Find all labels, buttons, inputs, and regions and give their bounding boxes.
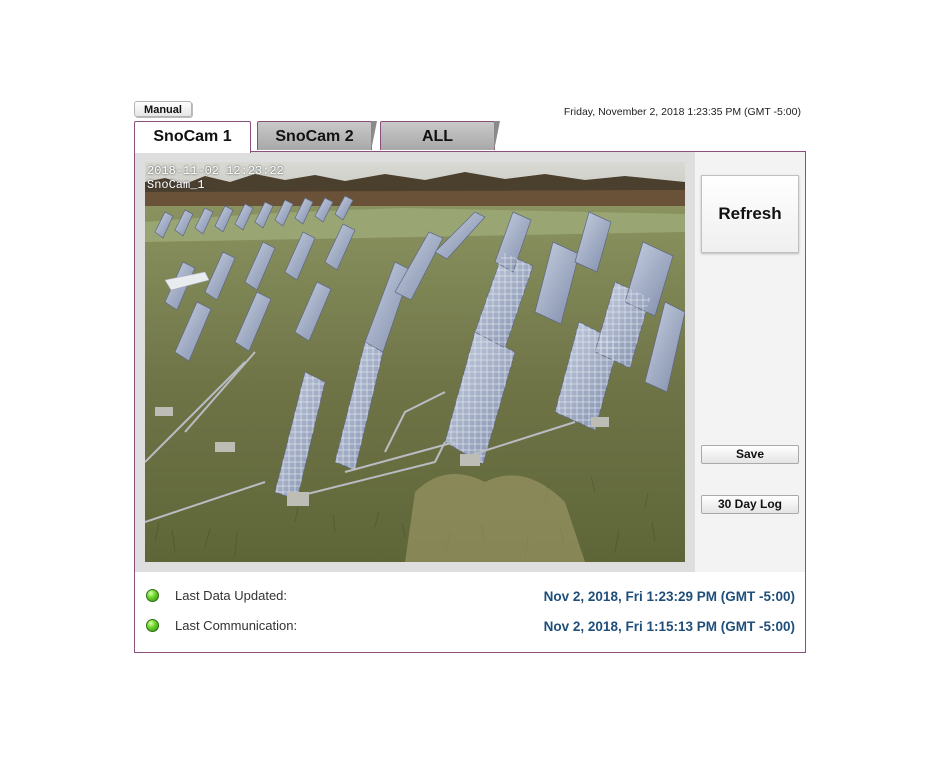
status-label: Last Data Updated:: [175, 588, 288, 603]
status-led-icon: [146, 589, 159, 602]
manual-button[interactable]: Manual: [134, 101, 192, 117]
camera-image: 2018-11-02 12:23:22 SnoCam_1: [145, 162, 685, 562]
status-row-last-communication: Last Communication: Nov 2, 2018, Fri 1:1…: [135, 616, 805, 636]
solar-field-picture: [145, 162, 685, 562]
camera-panel: 2018-11-02 12:23:22 SnoCam_1 Refresh Sav…: [134, 151, 806, 653]
status-area: Last Data Updated: Nov 2, 2018, Fri 1:23…: [135, 572, 805, 652]
camera-frame: 2018-11-02 12:23:22 SnoCam_1: [135, 152, 695, 572]
tab-snocam-1[interactable]: SnoCam 1: [134, 121, 251, 153]
tab-all[interactable]: ALL: [380, 121, 500, 151]
status-led-icon: [146, 619, 159, 632]
camera-name: SnoCam_1: [147, 178, 205, 192]
camera-overlay: 2018-11-02 12:23:22 SnoCam_1: [147, 164, 284, 192]
status-label: Last Communication:: [175, 618, 298, 633]
tab-snocam-2[interactable]: SnoCam 2: [257, 121, 377, 151]
camera-timestamp: 2018-11-02 12:23:22: [147, 164, 284, 178]
save-button[interactable]: Save: [701, 445, 799, 464]
header-datetime: Friday, November 2, 2018 1:23:35 PM (GMT…: [563, 106, 801, 118]
refresh-button[interactable]: Refresh: [701, 175, 799, 253]
status-value: Nov 2, 2018, Fri 1:23:29 PM (GMT -5:00): [543, 589, 795, 604]
status-row-data-updated: Last Data Updated: Nov 2, 2018, Fri 1:23…: [135, 586, 805, 606]
status-value: Nov 2, 2018, Fri 1:15:13 PM (GMT -5:00): [543, 619, 795, 634]
30-day-log-button[interactable]: 30 Day Log: [701, 495, 799, 514]
